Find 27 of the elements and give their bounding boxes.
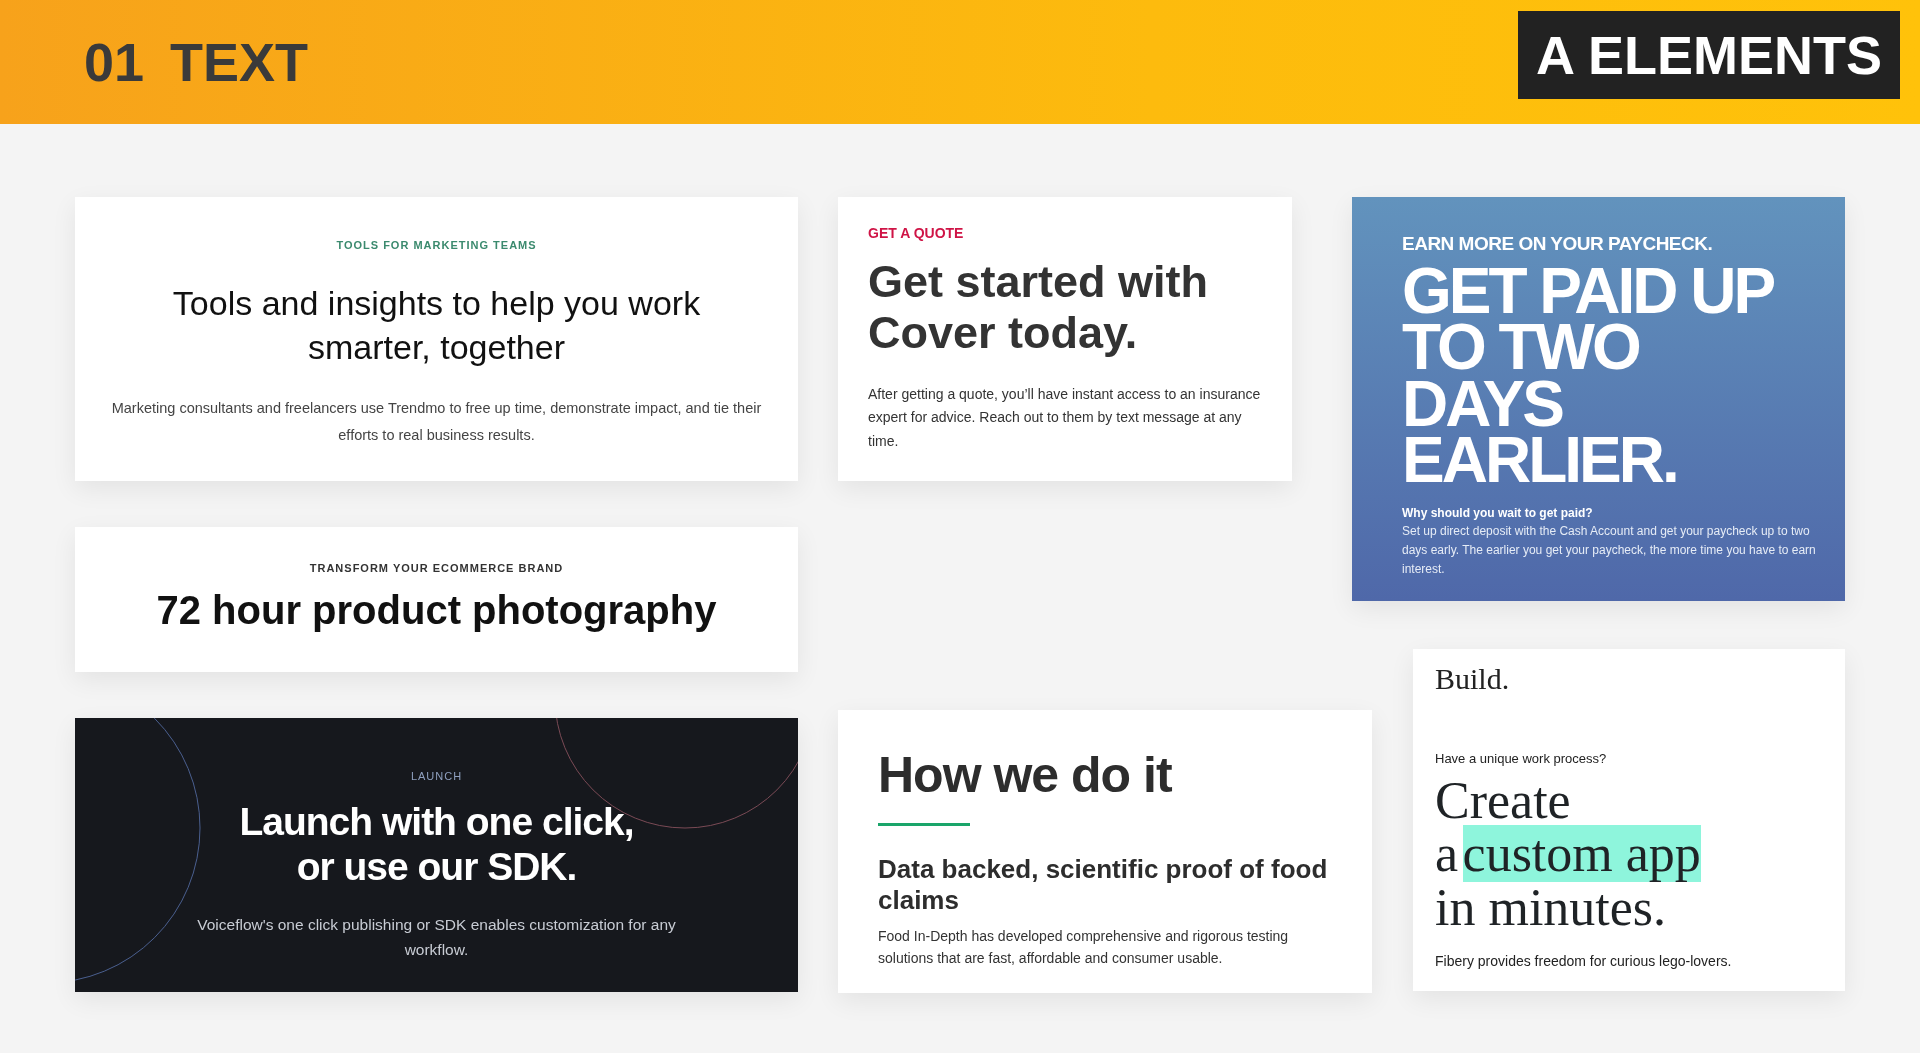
body-text: After getting a quote, you’ll have instant access to an insurance expert for advice. Reach out to them by text message at any time. <box>868 384 1262 452</box>
category-badge: A ELEMENTS <box>1517 11 1900 99</box>
subheadline: Data backed, scientific proof of food claims <box>878 854 1329 917</box>
eyebrow-label: GET A QUOTE <box>868 225 965 241</box>
body-text: Food In-Depth has developed comprehensive and rigorous testing solutions that are fast, affordable and consumer usable. <box>878 927 1290 969</box>
body-text: Marketing consultants and freelancers use Trendmo to free up time, demonstrate impact, and tie their efforts to real business results. <box>110 399 763 446</box>
question: Why should you wait to get paid? <box>1402 506 1594 522</box>
headline: How we do it <box>878 748 1173 803</box>
headline: Tools and insights to help you work smarter, together <box>171 283 702 369</box>
headline: Launch with one click, or use our SDK. <box>238 800 635 890</box>
question: Have a unique work process? <box>1435 750 1608 768</box>
section-title: TEXT <box>170 31 309 93</box>
eyebrow-label: TRANSFORM YOUR ECOMMERCE BRAND <box>309 562 564 574</box>
eyebrow-label: LAUNCH <box>410 770 463 782</box>
headline-line: GET PAID UP <box>1402 263 1775 320</box>
headline-line: DAYS <box>1402 375 1563 432</box>
headline-line: TO TWO <box>1402 319 1639 376</box>
headline-line: EARLIER. <box>1402 431 1678 489</box>
eyebrow-label: Build. <box>1435 661 1511 697</box>
section-number: 01 <box>84 31 145 93</box>
body-text: Set up direct deposit with the Cash Account and get your paycheck up to two days early. The earlier you get your paycheck, the more time you have to earn interest. <box>1402 522 1817 579</box>
eyebrow-label: EARN MORE ON YOUR PAYCHECK. <box>1402 233 1714 255</box>
body-text: Voiceflow's one click publishing or SDK enables customization for any workflow. <box>196 914 677 961</box>
headline: 72 hour product photography <box>156 587 717 634</box>
eyebrow-label: TOOLS FOR MARKETING TEAMS <box>336 239 537 251</box>
headline: Get started with Cover today. <box>868 257 1210 359</box>
body-text: Fibery provides freedom for curious lego-lovers. <box>1435 952 1733 972</box>
